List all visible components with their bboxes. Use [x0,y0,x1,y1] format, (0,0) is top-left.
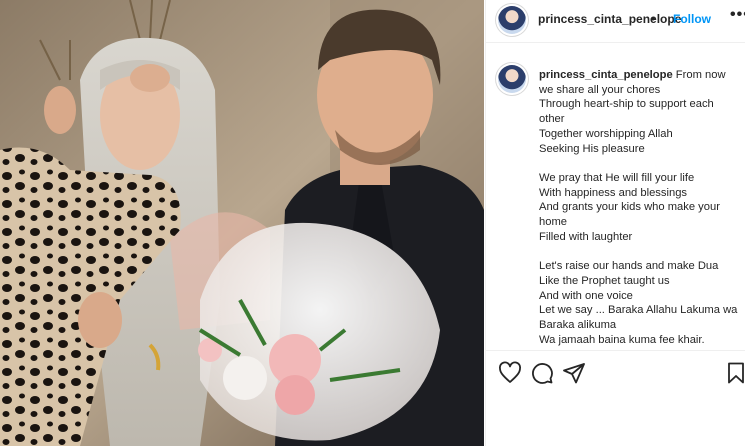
caption-avatar[interactable] [498,65,526,93]
caption-line: Let we say ... Baraka Allahu Lakuma wa [539,304,738,317]
heart-icon[interactable] [498,361,522,385]
caption-line: Let's raise our hands and make Dua [539,260,719,273]
caption-line: And grants your kids who make your [539,201,720,214]
separator-dot: • [651,12,656,26]
action-bar [486,350,745,395]
post-photo[interactable] [0,0,484,446]
bookmark-icon[interactable] [724,361,745,385]
caption-line: Filled with laughter [539,230,633,243]
follow-button[interactable]: Follow [673,12,711,26]
caption-line: Through heart-ship to support each [539,98,714,111]
post-header: princess_cinta_penelope • Follow ••• [486,0,745,43]
photo-illustration [0,0,484,446]
comments-area[interactable]: princess_cinta_penelope From now we shar… [486,43,745,349]
caption-line: Like the Prophet taught us [539,274,670,287]
caption-line: Together worshipping Allah [539,127,673,140]
caption-line: Seeking His pleasure [539,142,645,155]
post-caption: princess_cinta_penelope From now we shar… [539,68,737,347]
paper-plane-icon[interactable] [562,361,586,385]
caption-line: Baraka alikuma [539,318,617,331]
caption-line: We pray that He will fill your life [539,171,695,184]
post-side-panel: princess_cinta_penelope • Follow ••• pri… [485,0,745,446]
caption-line: Wa jamaah baina kuma fee khair. [539,333,705,346]
caption-line: home [539,216,567,229]
caption-line: And with one voice [539,289,633,302]
caption-username[interactable]: princess_cinta_penelope [539,69,673,81]
caption-line: we share all your chores [539,83,661,96]
more-options-icon[interactable]: ••• [730,6,745,24]
caption-first-line: From now [675,69,726,81]
header-username[interactable]: princess_cinta_penelope [538,12,681,26]
caption-line: With happiness and blessings [539,186,688,199]
caption-line: other [539,113,565,126]
avatar[interactable] [498,6,526,34]
comment-icon[interactable] [530,361,554,385]
